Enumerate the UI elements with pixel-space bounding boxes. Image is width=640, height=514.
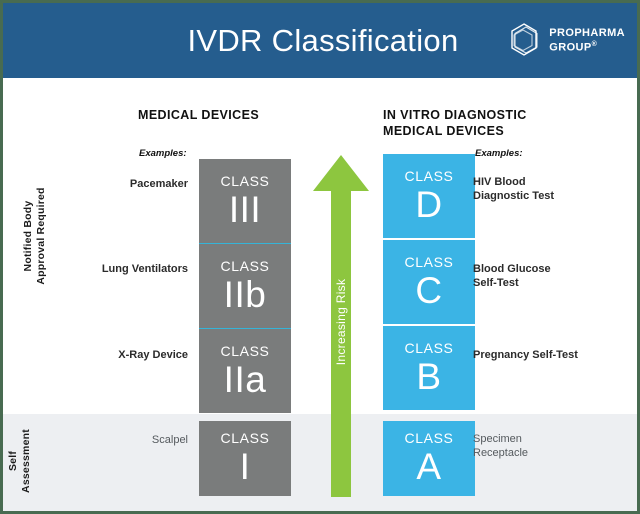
class-box-d[interactable]: CLASS D	[383, 154, 475, 238]
class-box-iii-label: CLASS	[220, 172, 270, 189]
glucose-example-line-1: Blood Glucose	[473, 263, 551, 275]
axis-label-notified-body: Notified Body Approval Required	[22, 121, 48, 351]
registered-mark: ®	[591, 40, 598, 48]
column-heading-ivd-medical-devices: IN VITRO DIAGNOSTIC MEDICAL DEVICES	[383, 107, 603, 139]
class-box-iib[interactable]: CLASS IIb	[199, 244, 291, 328]
examples-label-right: Examples:	[475, 148, 523, 159]
self-assessment-line-1: Self	[7, 450, 19, 472]
propharma-logo: PROPHARMA GROUP®	[507, 22, 625, 58]
class-box-iii-value: III	[228, 188, 262, 230]
class-box-c-label: CLASS	[404, 253, 454, 270]
hiv-example-line-1: HIV Blood	[473, 176, 526, 188]
class-box-i-label: CLASS	[220, 430, 270, 446]
example-lung-ventilators: Lung Ventilators	[101, 263, 188, 275]
class-box-iib-value: IIb	[223, 273, 267, 315]
class-box-b-value: B	[416, 355, 442, 397]
class-box-iia-value: IIa	[223, 358, 267, 400]
glucose-example-line-2: Self-Test	[473, 277, 519, 289]
class-box-b-label: CLASS	[404, 339, 454, 356]
notified-body-line-2: Approval Required	[35, 187, 47, 285]
class-box-iia-label: CLASS	[220, 342, 270, 359]
class-box-a-value: A	[416, 446, 442, 487]
class-box-i-value: I	[239, 446, 251, 487]
class-box-d-value: D	[415, 183, 443, 225]
pregnancy-example-line-1: Pregnancy Self-Test	[473, 349, 578, 361]
class-box-iii[interactable]: CLASS III	[199, 159, 291, 243]
class-box-d-label: CLASS	[404, 167, 454, 184]
example-scalpel: Scalpel	[151, 434, 188, 446]
ivd-heading-line-1: IN VITRO DIAGNOSTIC	[383, 108, 527, 122]
hiv-example-line-2: Diagnostic Test	[473, 190, 555, 202]
specimen-example-line-1: Specimen	[473, 433, 522, 445]
hexagon-logo-icon	[511, 23, 538, 56]
logo-line-2: GROUP®	[549, 40, 598, 54]
specimen-example-line-2: Receptacle	[473, 447, 529, 459]
class-box-a[interactable]: CLASS A	[383, 421, 475, 496]
self-assessment-line-2: Assessment	[20, 429, 32, 493]
example-pacemaker: Pacemaker	[129, 178, 188, 190]
class-box-iib-label: CLASS	[220, 257, 270, 274]
arrow-label: Increasing Risk	[334, 278, 348, 366]
logo-line-1: PROPHARMA	[549, 26, 625, 39]
class-box-a-label: CLASS	[404, 430, 454, 446]
notified-body-line-1: Notified Body	[22, 200, 34, 272]
example-specimen-receptacle: Specimen Receptacle	[473, 432, 637, 460]
example-xray-device: X-Ray Device	[118, 349, 188, 361]
class-box-i[interactable]: CLASS I	[199, 421, 291, 496]
class-box-iia[interactable]: CLASS IIa	[199, 329, 291, 413]
ivd-heading-line-2: MEDICAL DEVICES	[383, 124, 505, 138]
header-bar: IVDR Classification PROPHARMA GROUP®	[3, 3, 637, 78]
column-heading-medical-devices: MEDICAL DEVICES	[138, 108, 260, 122]
example-blood-glucose-self-test: Blood Glucose Self-Test	[473, 262, 637, 290]
class-box-b[interactable]: CLASS B	[383, 326, 475, 410]
example-hiv-blood-diagnostic-test: HIV Blood Diagnostic Test	[473, 175, 637, 203]
examples-label-left: Examples:	[139, 148, 187, 159]
logo-wordmark: PROPHARMA GROUP®	[549, 27, 625, 54]
example-pregnancy-self-test: Pregnancy Self-Test	[473, 348, 637, 362]
ivdr-classification-infographic: IVDR Classification PROPHARMA GROUP® Not…	[0, 0, 640, 514]
axis-label-self-assessment: Self Assessment	[7, 411, 33, 511]
class-box-c[interactable]: CLASS C	[383, 240, 475, 324]
increasing-risk-arrow: Increasing Risk	[313, 155, 369, 497]
class-box-c-value: C	[415, 269, 443, 311]
